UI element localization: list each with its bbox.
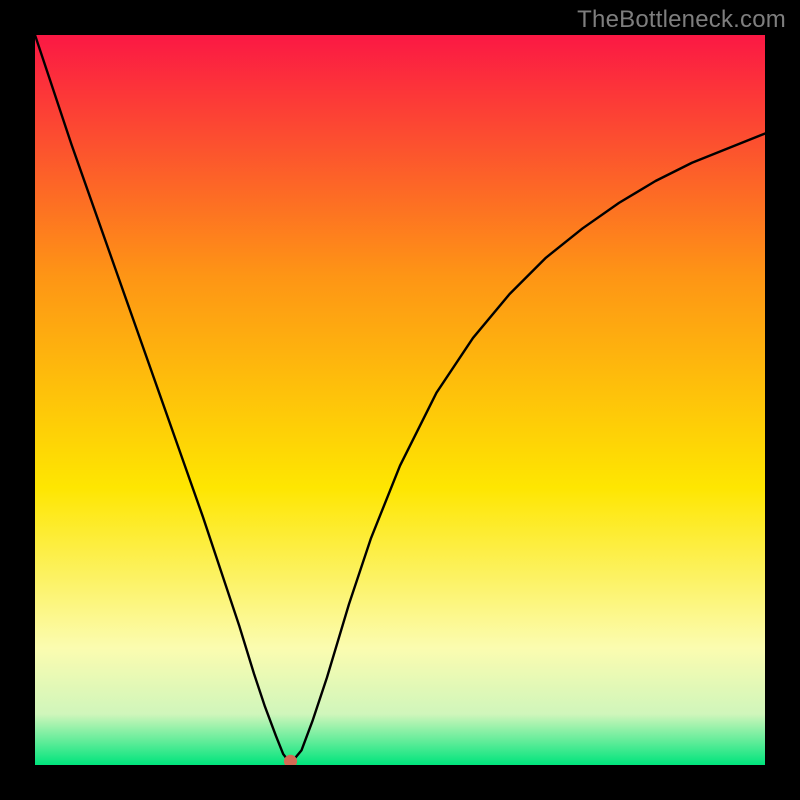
gradient-background	[35, 35, 765, 765]
bottleneck-chart	[35, 35, 765, 765]
watermark-text: TheBottleneck.com	[577, 6, 786, 34]
chart-frame: TheBottleneck.com	[0, 0, 800, 800]
plot-area	[35, 35, 765, 765]
